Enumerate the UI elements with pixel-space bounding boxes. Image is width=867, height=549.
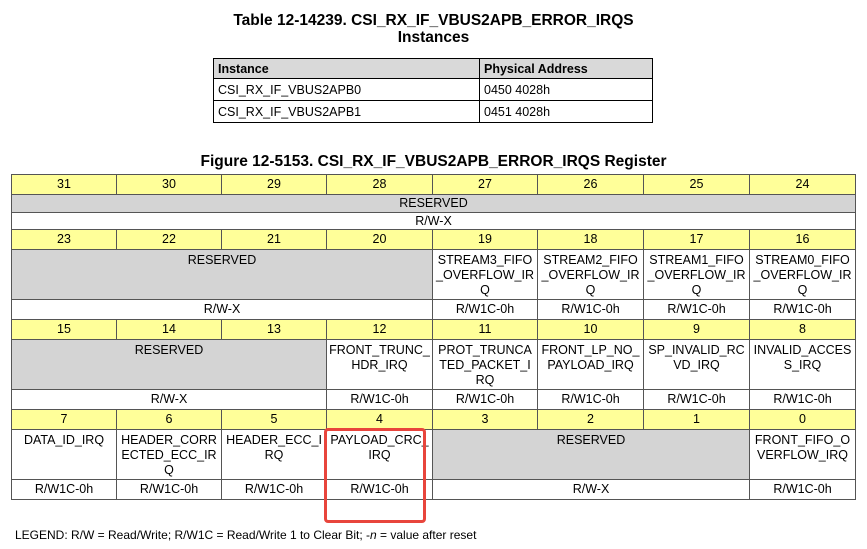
bit-number: 17: [643, 229, 750, 250]
field-reserved: RESERVED: [432, 429, 750, 480]
bit-number: 18: [537, 229, 644, 250]
field-row: RESERVED STREAM3_FIFO_OVERFLOW_IRQ STREA…: [11, 249, 856, 300]
legend: LEGEND: R/W = Read/Write; R/W1C = Read/W…: [15, 528, 477, 542]
bit-number: 12: [326, 319, 433, 340]
field-access: R/W1C-0h: [749, 389, 856, 410]
bit-number: 25: [643, 174, 750, 195]
field-access: R/W1C-0h: [749, 479, 856, 500]
field-access: R/W1C-0h: [749, 299, 856, 320]
access-row: R/W1C-0h R/W1C-0h R/W1C-0h R/W1C-0h R/W-…: [11, 479, 856, 500]
bit-number: 13: [221, 319, 327, 340]
bit-number: 0: [749, 409, 856, 430]
field-header-ecc-irq: HEADER_ECC_IRQ: [221, 429, 327, 480]
field-front-trunc-hdr-irq: FRONT_TRUNC_HDR_IRQ: [326, 339, 433, 390]
field-access: R/W-X: [432, 479, 750, 500]
field-access: R/W-X: [11, 299, 433, 320]
bit-number: 27: [432, 174, 538, 195]
field-access: R/W-X: [11, 389, 327, 410]
field-prot-truncated-packet-irq: PROT_TRUNCATED_PACKET_IRQ: [432, 339, 538, 390]
field-header-corrected-ecc-irq: HEADER_CORRECTED_ECC_IRQ: [116, 429, 222, 480]
bit-number: 7: [11, 409, 117, 430]
field-front-fifo-overflow-irq: FRONT_FIFO_OVERFLOW_IRQ: [749, 429, 856, 480]
access-row: R/W-X: [11, 212, 856, 230]
table-title-line-2: Instances: [397, 29, 470, 46]
bit-number: 14: [116, 319, 222, 340]
bit-number: 22: [116, 229, 222, 250]
table-title-line-1: Table 12-14239. CSI_RX_IF_VBUS2APB_ERROR…: [233, 12, 634, 29]
field-row: RESERVED FRONT_TRUNC_HDR_IRQ PROT_TRUNCA…: [11, 339, 856, 390]
bit-number: 6: [116, 409, 222, 430]
field-access: R/W1C-0h: [221, 479, 327, 500]
bit-number: 23: [11, 229, 117, 250]
bit-number: 21: [221, 229, 327, 250]
field-access: R/W1C-0h: [116, 479, 222, 500]
bit-number: 3: [432, 409, 538, 430]
physical-address: 0450 4028h: [479, 78, 653, 101]
bit-number: 30: [116, 174, 222, 195]
register-table: 31 30 29 28 27 26 25 24 RESERVED R/W-X 2…: [11, 174, 856, 500]
table-row: CSI_RX_IF_VBUS2APB1 0451 4028h: [213, 100, 653, 123]
bit-number: 16: [749, 229, 856, 250]
table-row: CSI_RX_IF_VBUS2APB0 0450 4028h: [213, 78, 653, 101]
bit-number: 11: [432, 319, 538, 340]
bit-number: 15: [11, 319, 117, 340]
field-front-lp-no-payload-irq: FRONT_LP_NO_PAYLOAD_IRQ: [537, 339, 644, 390]
instances-table: Instance Physical Address CSI_RX_IF_VBUS…: [213, 58, 653, 123]
instance-header: Instance: [213, 58, 480, 79]
bit-number: 1: [643, 409, 750, 430]
access-row: R/W-X R/W1C-0h R/W1C-0h R/W1C-0h R/W1C-0…: [11, 389, 856, 410]
field-access: R/W1C-0h: [537, 389, 644, 410]
access-row: R/W-X R/W1C-0h R/W1C-0h R/W1C-0h R/W1C-0…: [11, 299, 856, 320]
field-access: R/W1C-0h: [643, 299, 750, 320]
field-sp-invalid-rcvd-irq: SP_INVALID_RCVD_IRQ: [643, 339, 750, 390]
field-access: R/W1C-0h: [537, 299, 644, 320]
field-stream3-fifo-overflow-irq: STREAM3_FIFO_OVERFLOW_IRQ: [432, 249, 538, 300]
field-access: R/W-X: [11, 212, 856, 230]
bit-number: 31: [11, 174, 117, 195]
field-row: RESERVED: [11, 194, 856, 213]
table-title: Table 12-14239. CSI_RX_IF_VBUS2APB_ERROR…: [0, 12, 867, 46]
field-data-id-irq: DATA_ID_IRQ: [11, 429, 117, 480]
bit-number: 29: [221, 174, 327, 195]
bit-number-row: 31 30 29 28 27 26 25 24: [11, 174, 856, 195]
field-access: R/W1C-0h: [432, 299, 538, 320]
field-stream1-fifo-overflow-irq: STREAM1_FIFO_OVERFLOW_IRQ: [643, 249, 750, 300]
physical-address: 0451 4028h: [479, 100, 653, 123]
bit-number: 4: [326, 409, 433, 430]
field-reserved: RESERVED: [11, 339, 327, 390]
bit-number-row: 7 6 5 4 3 2 1 0: [11, 409, 856, 430]
field-reserved: RESERVED: [11, 194, 856, 213]
bit-number: 2: [537, 409, 644, 430]
address-header: Physical Address: [479, 58, 653, 79]
bit-number: 24: [749, 174, 856, 195]
field-invalid-access-irq: INVALID_ACCESS_IRQ: [749, 339, 856, 390]
instance-name: CSI_RX_IF_VBUS2APB1: [213, 100, 480, 123]
instances-header-row: Instance Physical Address: [213, 58, 653, 79]
field-access: R/W1C-0h: [326, 389, 433, 410]
instance-name: CSI_RX_IF_VBUS2APB0: [213, 78, 480, 101]
bit-number: 26: [537, 174, 644, 195]
bit-number-row: 15 14 13 12 11 10 9 8: [11, 319, 856, 340]
figure-title: Figure 12-5153. CSI_RX_IF_VBUS2APB_ERROR…: [200, 153, 667, 170]
bit-number: 9: [643, 319, 750, 340]
bit-number: 8: [749, 319, 856, 340]
bit-number: 28: [326, 174, 433, 195]
field-stream2-fifo-overflow-irq: STREAM2_FIFO_OVERFLOW_IRQ: [537, 249, 644, 300]
field-access: R/W1C-0h: [11, 479, 117, 500]
field-stream0-fifo-overflow-irq: STREAM0_FIFO_OVERFLOW_IRQ: [749, 249, 856, 300]
field-access: R/W1C-0h: [643, 389, 750, 410]
bit-number: 20: [326, 229, 433, 250]
field-access: R/W1C-0h: [432, 389, 538, 410]
field-row: DATA_ID_IRQ HEADER_CORRECTED_ECC_IRQ HEA…: [11, 429, 856, 480]
bit-number: 10: [537, 319, 644, 340]
bit-number: 19: [432, 229, 538, 250]
bit-number: 5: [221, 409, 327, 430]
field-reserved: RESERVED: [11, 249, 433, 300]
bit-number-row: 23 22 21 20 19 18 17 16: [11, 229, 856, 250]
payload-crc-highlight-box: [324, 428, 426, 523]
